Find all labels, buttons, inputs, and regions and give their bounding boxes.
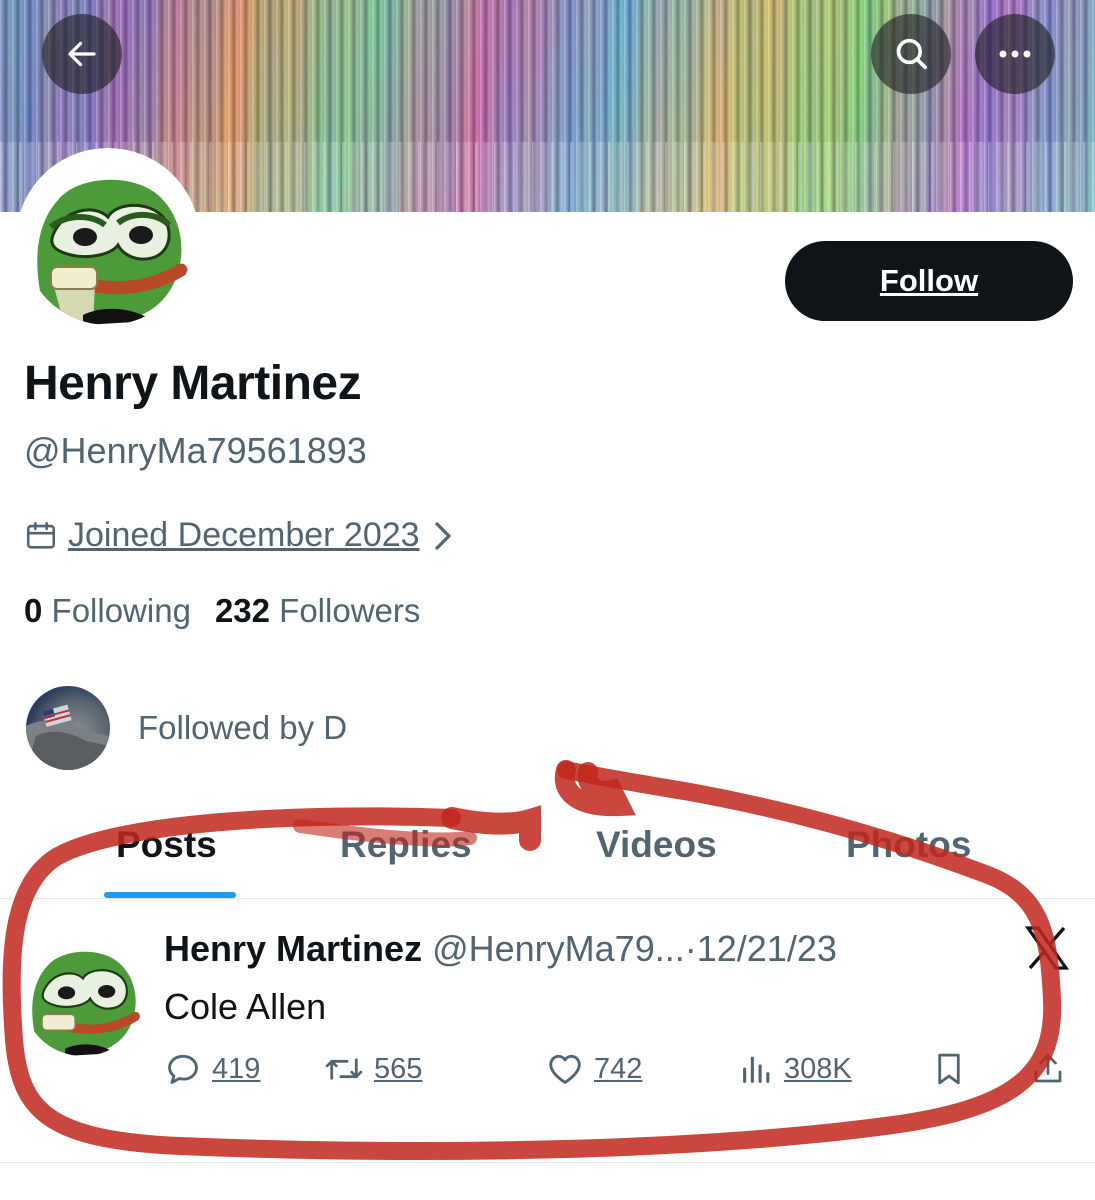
views-count: 308K xyxy=(784,1052,852,1085)
post-actions: 419 565 742 308K xyxy=(164,1050,1084,1098)
following-link[interactable]: 0 Following xyxy=(24,592,191,630)
bookmark-button[interactable] xyxy=(932,1050,966,1088)
flag-photo-image xyxy=(26,704,110,770)
views-button[interactable]: 308K xyxy=(740,1050,852,1088)
profile-handle: @HenryMa79561893 xyxy=(24,430,367,471)
analytics-icon xyxy=(743,1056,770,1083)
followers-label: Followers xyxy=(279,592,421,629)
more-horizontal-icon xyxy=(999,50,1031,58)
heart-icon xyxy=(549,1054,581,1084)
arrow-left-icon xyxy=(68,41,96,67)
chevron-right-icon xyxy=(434,521,451,550)
repost-count: 565 xyxy=(374,1052,423,1085)
profile-avatar[interactable] xyxy=(16,148,200,332)
followed-by-row[interactable]: Followed by D xyxy=(26,686,347,770)
following-count: 0 xyxy=(24,592,43,629)
post-text: Cole Allen xyxy=(164,986,327,1027)
back-button[interactable] xyxy=(42,14,122,94)
tab-replies[interactable]: Replies xyxy=(340,824,472,866)
joined-date-text: Joined December 2023 xyxy=(68,516,420,554)
followers-count: 232 xyxy=(214,592,270,629)
post-date[interactable]: 12/21/23 xyxy=(697,928,837,969)
like-count: 742 xyxy=(594,1052,643,1085)
calendar-icon xyxy=(26,521,56,549)
frog-avatar-image xyxy=(22,934,144,1056)
followed-by-text: Followed by D xyxy=(138,709,348,746)
reply-icon xyxy=(168,1054,198,1084)
follower-avatar xyxy=(26,686,110,770)
profile-display-name: Henry Martinez xyxy=(24,357,362,410)
followers-link[interactable]: 232 Followers xyxy=(215,592,420,630)
tab-videos[interactable]: Videos xyxy=(596,824,717,866)
post-author-handle[interactable]: @HenryMa79... xyxy=(432,928,685,969)
search-button[interactable] xyxy=(871,14,951,94)
like-button[interactable]: 742 xyxy=(546,1050,642,1088)
more-button[interactable] xyxy=(975,14,1055,94)
share-icon xyxy=(1034,1054,1062,1083)
x-logo-icon xyxy=(1024,926,1070,970)
repost-button[interactable]: 565 xyxy=(324,1050,422,1088)
post-separator: · xyxy=(684,928,697,969)
following-label: Following xyxy=(51,592,191,629)
frog-avatar-image xyxy=(23,155,193,325)
follow-stats: 0 Following 232 Followers xyxy=(24,592,420,630)
repost-icon xyxy=(325,1058,363,1080)
tab-posts[interactable]: Posts xyxy=(116,824,217,866)
bookmark-icon xyxy=(938,1053,960,1085)
reply-button[interactable]: 419 xyxy=(164,1050,260,1088)
tab-photos[interactable]: Photos xyxy=(846,824,971,866)
profile-tabs: Posts Replies Videos Photos xyxy=(0,812,1095,900)
joined-date-link[interactable]: Joined December 2023 xyxy=(24,516,454,555)
post-header: Henry Martinez @HenryMa79...·12/21/23 xyxy=(164,928,837,970)
tabs-divider xyxy=(0,898,1095,899)
share-button[interactable] xyxy=(1030,1050,1066,1088)
post-divider xyxy=(0,1162,1095,1163)
post-author-name[interactable]: Henry Martinez xyxy=(164,928,422,969)
reply-count: 419 xyxy=(212,1052,261,1085)
post-author-avatar[interactable] xyxy=(22,934,144,1056)
follow-button[interactable]: Follow xyxy=(785,241,1073,321)
search-icon xyxy=(896,38,927,70)
